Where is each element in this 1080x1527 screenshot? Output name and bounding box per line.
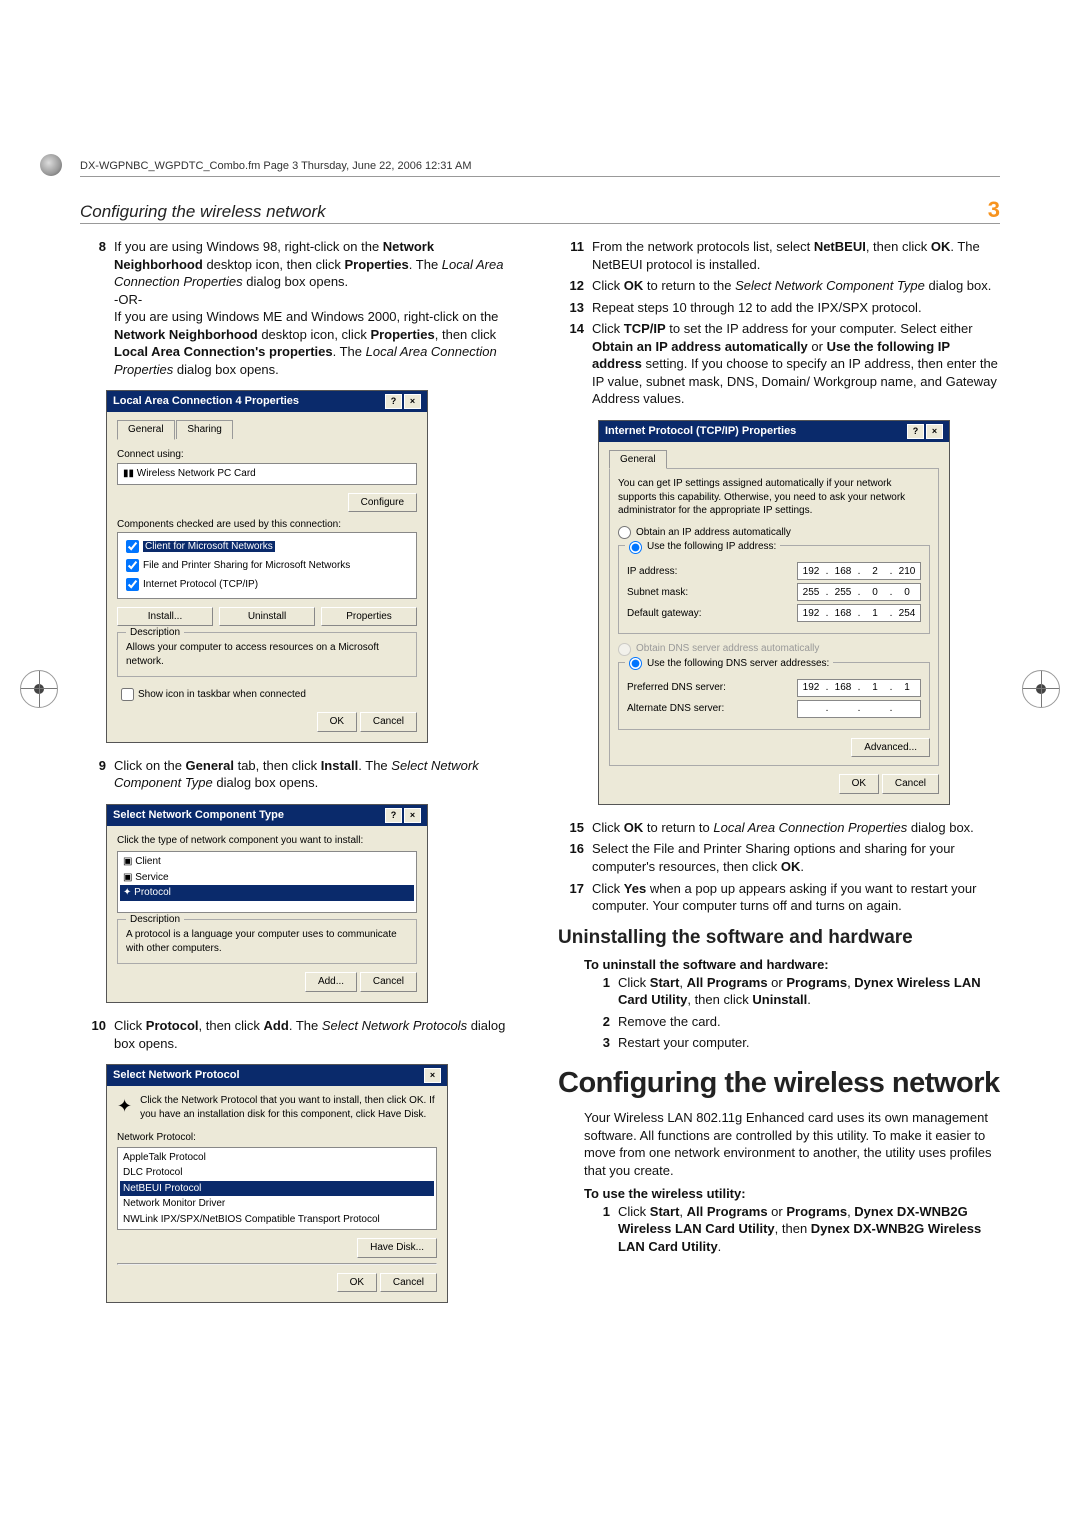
pref-dns-label: Preferred DNS server: (627, 681, 726, 695)
ok-button[interactable]: OK (337, 1273, 377, 1293)
help-icon[interactable]: ? (385, 808, 402, 823)
configuring-intro: Your Wireless LAN 802.11g Enhanced card … (584, 1109, 1000, 1179)
dialog-select-network-protocol: Select Network Protocol × ✦ Click the Ne… (106, 1064, 448, 1303)
ok-button[interactable]: OK (317, 712, 357, 732)
wireless-step-1: 1Click Start, All Programs or Programs, … (584, 1203, 1000, 1256)
close-icon[interactable]: × (404, 394, 421, 409)
tab-general-tcp[interactable]: General (609, 450, 667, 470)
uninstall-step-3: 3Restart your computer. (584, 1034, 1000, 1052)
add-button[interactable]: Add... (305, 972, 357, 992)
snp-dlc[interactable]: DLC Protocol (120, 1165, 434, 1181)
page-number: 3 (988, 197, 1000, 223)
step-16: 16Select the File and Printer Sharing op… (558, 840, 1000, 875)
cancel-button[interactable]: Cancel (380, 1273, 437, 1293)
snct-prompt: Click the type of network component you … (117, 834, 417, 848)
have-disk-button[interactable]: Have Disk... (357, 1238, 437, 1258)
install-button[interactable]: Install... (117, 607, 213, 627)
connect-using-label: Connect using: (117, 448, 417, 462)
step-14: 14Click TCP/IP to set the IP address for… (558, 320, 1000, 408)
tcp-intro: You can get IP settings assigned automat… (618, 477, 930, 518)
ip-label: IP address: (627, 565, 677, 579)
registration-mark-left (20, 670, 58, 708)
file-header: DX-WGPNBC_WGPDTC_Combo.fm Page 3 Thursda… (80, 160, 1000, 177)
uninstall-step-2: 2Remove the card. (584, 1013, 1000, 1031)
registration-mark-right (1022, 670, 1060, 708)
pref-dns-field[interactable]: 192.168.1.1 (797, 679, 921, 697)
step-12: 12Click OK to return to the Select Netwo… (558, 277, 1000, 295)
cancel-button[interactable]: Cancel (360, 972, 417, 992)
snp-nwlink[interactable]: NWLink IPX/SPX/NetBIOS Compatible Transp… (120, 1212, 434, 1228)
heading-configuring: Configuring the wireless network (558, 1064, 1000, 1103)
step-13: 13Repeat steps 10 through 12 to add the … (558, 299, 1000, 317)
gateway-label: Default gateway: (627, 607, 702, 621)
dialog-lac-title: Local Area Connection 4 Properties (113, 394, 299, 409)
snp-list-label: Network Protocol: (117, 1131, 437, 1145)
subnet-label: Subnet mask: (627, 586, 688, 600)
uninstall-button[interactable]: Uninstall (219, 607, 315, 627)
snct-desc-legend: Description (126, 913, 184, 927)
dialog-select-component-type: Select Network Component Type ?× Click t… (106, 804, 428, 1003)
alt-dns-label: Alternate DNS server: (627, 702, 724, 716)
advanced-button[interactable]: Advanced... (851, 738, 930, 758)
description-legend: Description (126, 626, 184, 640)
snp-netbeui[interactable]: NetBEUI Protocol (120, 1181, 434, 1197)
component-file-printer[interactable]: File and Printer Sharing for Microsoft N… (122, 556, 412, 575)
snct-desc-text: A protocol is a language your computer u… (126, 928, 408, 955)
ok-button[interactable]: OK (839, 774, 879, 794)
subhead-uninstall: To uninstall the software and hardware: (584, 956, 1000, 974)
step-17: 17Click Yes when a pop up appears asking… (558, 880, 1000, 915)
cancel-button[interactable]: Cancel (882, 774, 939, 794)
subnet-mask-field[interactable]: 255.255.0.0 (797, 583, 921, 601)
snct-protocol[interactable]: ✦ Protocol (120, 885, 414, 901)
snp-appletalk[interactable]: AppleTalk Protocol (120, 1150, 434, 1166)
show-icon-checkbox[interactable]: Show icon in taskbar when connected (117, 685, 417, 704)
radio-obtain-dns: Obtain DNS server address automatically (618, 642, 930, 656)
close-icon[interactable]: × (926, 424, 943, 439)
uninstall-step-1: 1Click Start, All Programs or Programs, … (584, 974, 1000, 1009)
tab-general[interactable]: General (117, 420, 175, 440)
snp-monitor[interactable]: Network Monitor Driver (120, 1196, 434, 1212)
dialog-tcpip-properties: Internet Protocol (TCP/IP) Properties ?×… (598, 420, 950, 805)
step-9: 9 Click on the General tab, then click I… (80, 757, 522, 792)
snct-service[interactable]: ▣ Service (120, 870, 414, 886)
tab-sharing[interactable]: Sharing (176, 420, 232, 439)
configure-button[interactable]: Configure (348, 493, 417, 513)
help-icon[interactable]: ? (907, 424, 924, 439)
page-title: Configuring the wireless network (80, 202, 326, 222)
properties-button[interactable]: Properties (321, 607, 417, 627)
step-15: 15Click OK to return to Local Area Conne… (558, 819, 1000, 837)
snct-client[interactable]: ▣ Client (120, 854, 414, 870)
alt-dns-field[interactable]: ... (797, 700, 921, 718)
gateway-field[interactable]: 192.168.1.254 (797, 604, 921, 622)
dialog-tcp-title: Internet Protocol (TCP/IP) Properties (605, 424, 796, 439)
dialog-local-area-connection: Local Area Connection 4 Properties ?× Ge… (106, 390, 428, 743)
heading-uninstall: Uninstalling the software and hardware (558, 925, 1000, 951)
radio-use-dns[interactable]: Use the following DNS server addresses: (625, 657, 833, 671)
description-text: Allows your computer to access resources… (126, 641, 408, 668)
components-label: Components checked are used by this conn… (117, 518, 417, 532)
step-11: 11From the network protocols list, selec… (558, 238, 1000, 273)
help-icon[interactable]: ? (385, 394, 402, 409)
component-client[interactable]: Client for Microsoft Networks (122, 537, 412, 556)
cancel-button[interactable]: Cancel (360, 712, 417, 732)
close-icon[interactable]: × (404, 808, 421, 823)
step-8: 8 If you are using Windows 98, right-cli… (80, 238, 522, 378)
component-tcpip[interactable]: Internet Protocol (TCP/IP) (122, 575, 412, 594)
subhead-wireless: To use the wireless utility: (584, 1185, 1000, 1203)
dialog-snp-title: Select Network Protocol (113, 1068, 240, 1083)
snp-prompt: Click the Network Protocol that you want… (140, 1094, 437, 1121)
dialog-snct-title: Select Network Component Type (113, 808, 284, 823)
adapter-field: ▮▮ Wireless Network PC Card (117, 463, 417, 485)
radio-obtain-ip[interactable]: Obtain an IP address automatically (618, 526, 930, 540)
radio-use-ip[interactable]: Use the following IP address: (625, 540, 780, 554)
ip-address-field[interactable]: 192.168.2.210 (797, 562, 921, 580)
step-10: 10 Click Protocol, then click Add. The S… (80, 1017, 522, 1052)
close-icon[interactable]: × (424, 1068, 441, 1083)
